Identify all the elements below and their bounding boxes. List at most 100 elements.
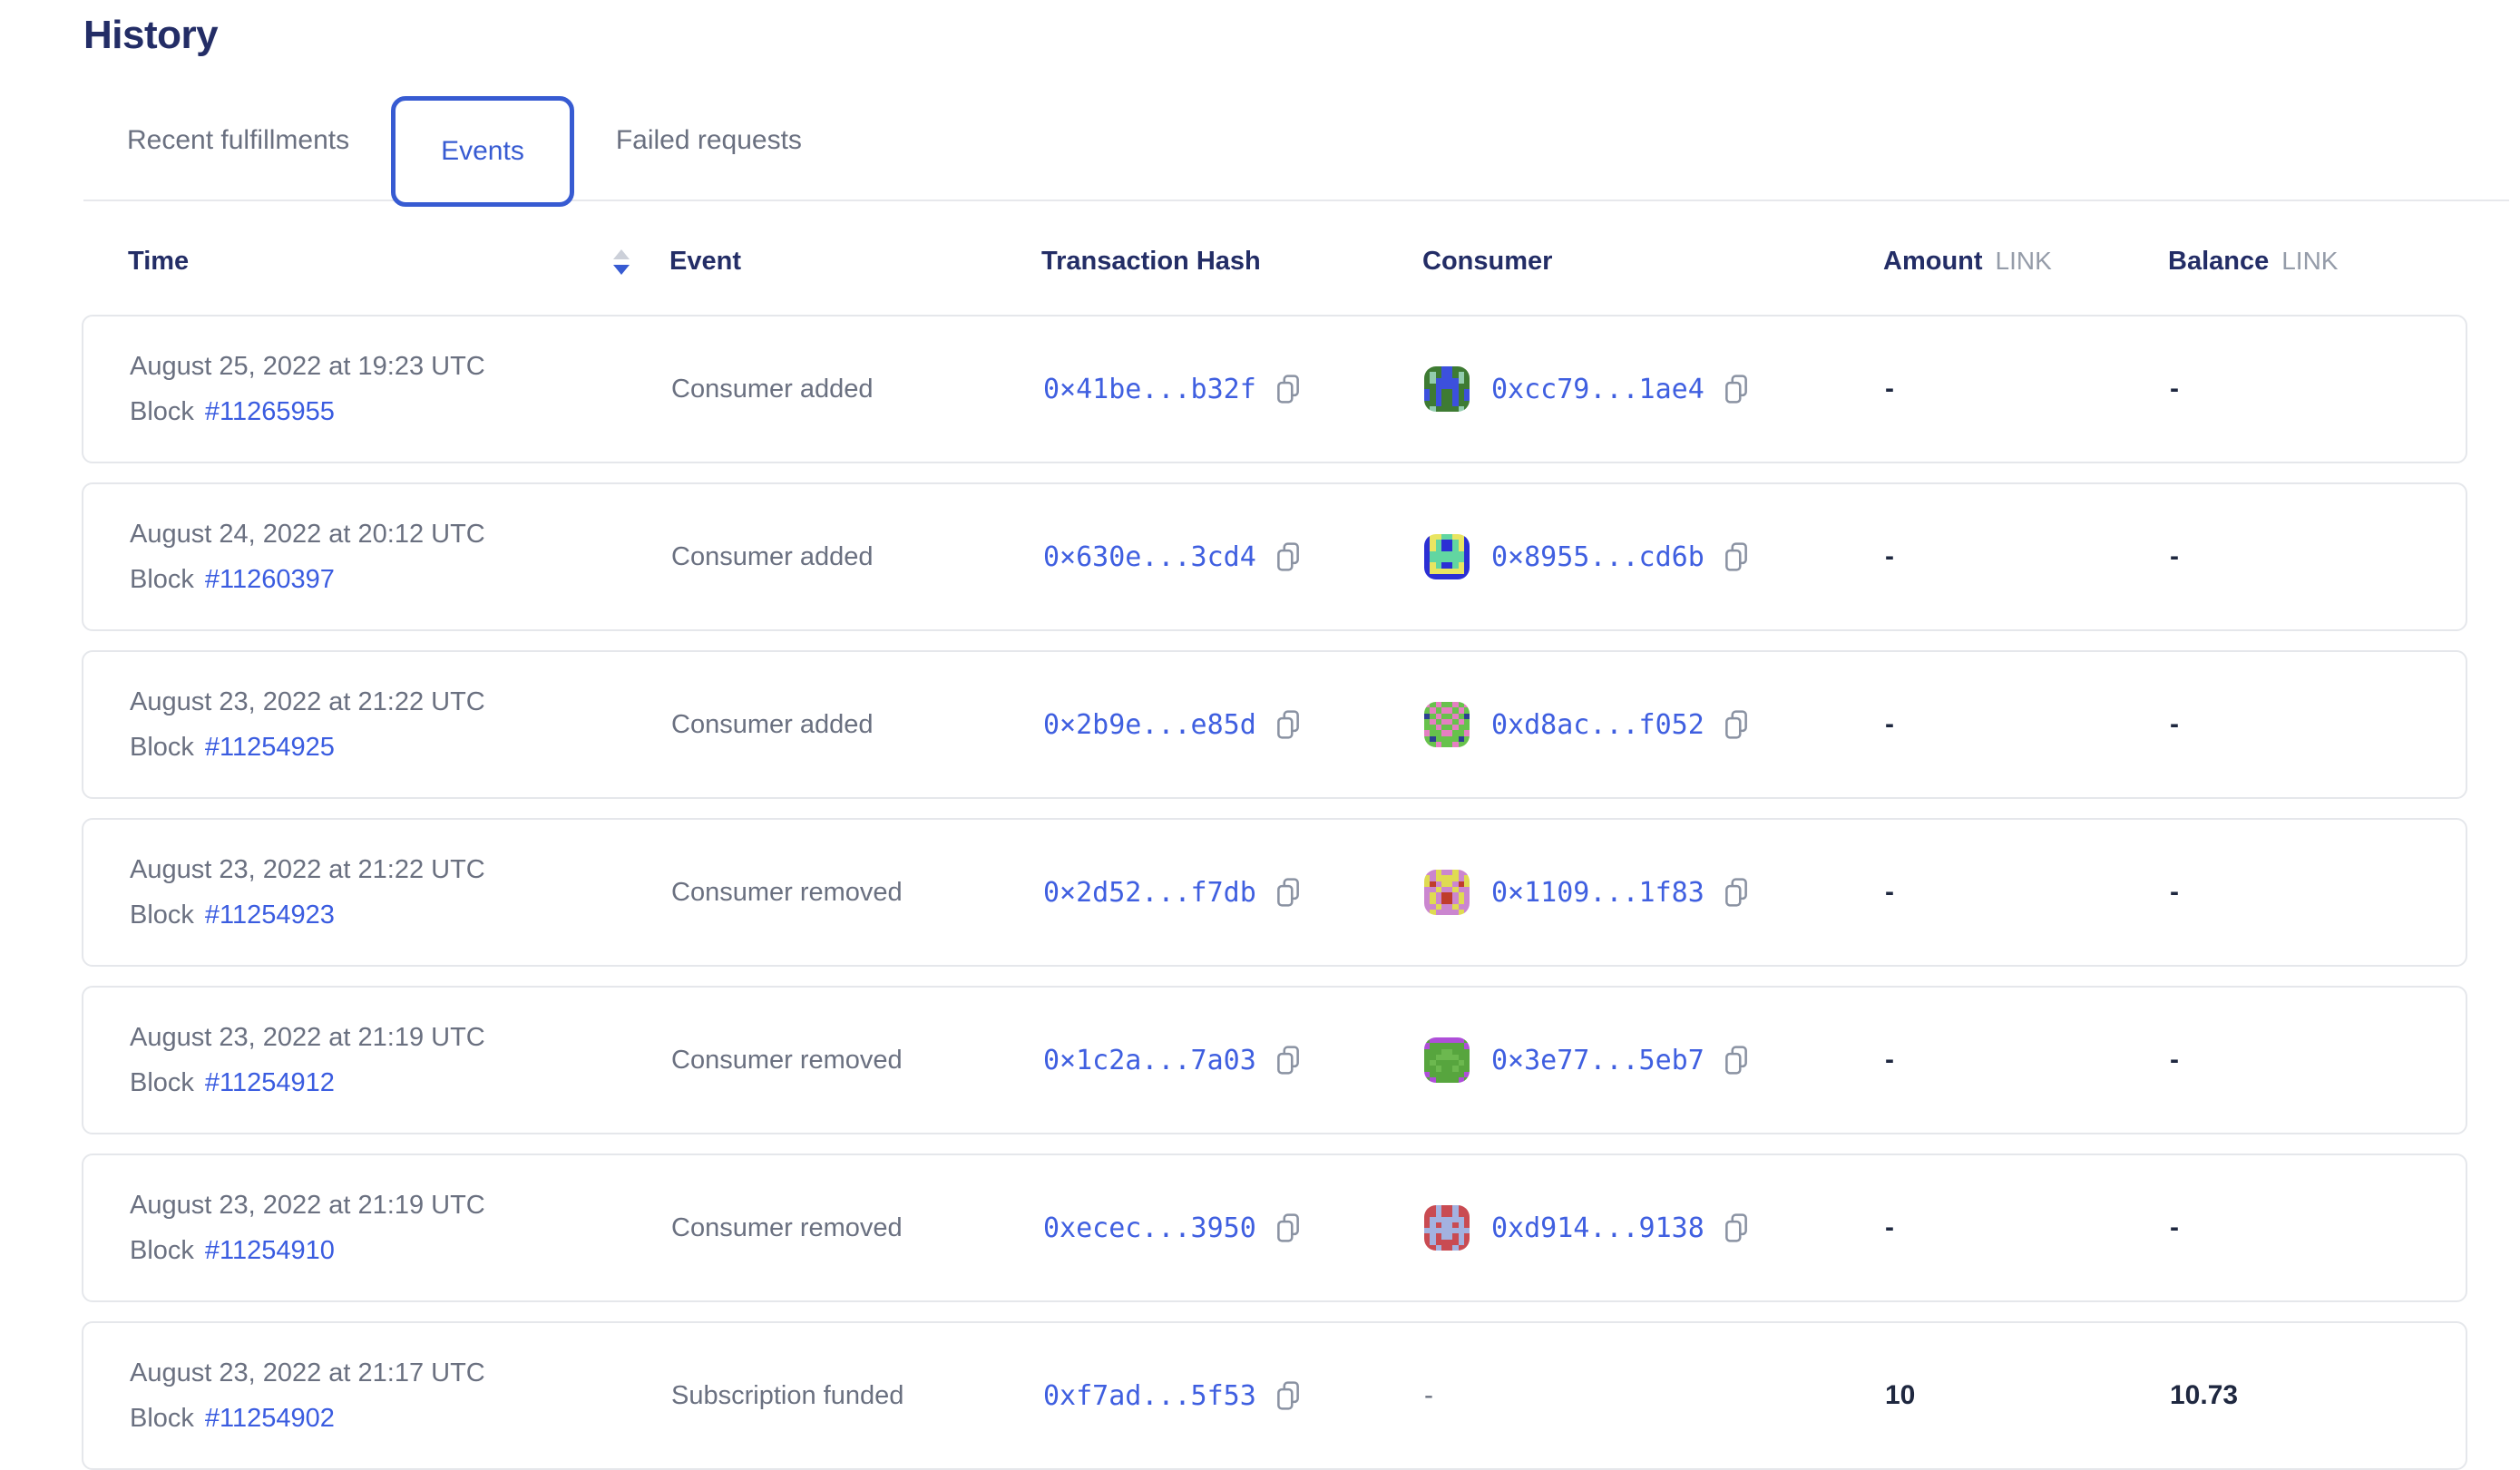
event-type-label: Consumer added	[671, 542, 873, 572]
block-line: Block #11254902	[130, 1404, 335, 1434]
block-number-link[interactable]: #11254902	[205, 1404, 335, 1434]
amount-cell: 10	[1885, 1380, 2170, 1411]
time-cell: August 24, 2022 at 20:12 UTC Block #1126…	[130, 520, 671, 595]
table-row: August 24, 2022 at 20:12 UTC Block #1126…	[82, 482, 2467, 631]
event-type-label: Consumer added	[671, 375, 873, 404]
copy-consumer-address-button[interactable]	[1723, 877, 1750, 908]
row-timestamp: August 23, 2022 at 21:22 UTC	[130, 855, 485, 885]
block-label: Block	[130, 1404, 194, 1434]
table-row: August 23, 2022 at 21:22 UTC Block #1125…	[82, 650, 2467, 799]
transaction-hash-link[interactable]: 0×41be...b32f	[1043, 374, 1256, 405]
row-timestamp: August 25, 2022 at 19:23 UTC	[130, 352, 485, 382]
table-header: Time Event Transaction Hash Consumer Amo…	[82, 201, 2467, 315]
transaction-hash-link[interactable]: 0xecec...3950	[1043, 1212, 1256, 1244]
amount-value: 10	[1885, 1380, 1915, 1411]
copy-transaction-hash-button[interactable]	[1275, 1212, 1302, 1243]
transaction-hash-cell: 0×1c2a...7a03	[1043, 1045, 1424, 1076]
amount-value: -	[1885, 877, 1894, 908]
balance-cell: -	[2170, 541, 2466, 572]
block-number-link[interactable]: #11254923	[205, 900, 335, 930]
balance-value: -	[2170, 877, 2179, 908]
copy-icon	[1275, 374, 1302, 404]
consumer-address-link[interactable]: 0xd8ac...f052	[1491, 709, 1704, 741]
block-line: Block #11254910	[130, 1236, 335, 1266]
event-type-label: Consumer removed	[671, 1046, 903, 1076]
transaction-hash-link[interactable]: 0xf7ad...5f53	[1043, 1380, 1256, 1412]
tab-recent-fulfillments[interactable]: Recent fulfillments	[127, 125, 349, 156]
column-header-time-label: Time	[128, 247, 189, 277]
block-label: Block	[130, 1068, 194, 1098]
sort-toggle-icon[interactable]	[613, 249, 630, 275]
page-title: History	[0, 0, 2520, 58]
copy-icon	[1275, 709, 1302, 740]
block-label: Block	[130, 733, 194, 763]
amount-value: -	[1885, 709, 1894, 740]
tab-failed-requests[interactable]: Failed requests	[616, 125, 802, 156]
amount-cell: -	[1885, 1212, 2170, 1243]
table-row: August 23, 2022 at 21:19 UTC Block #1125…	[82, 1154, 2467, 1302]
amount-cell: -	[1885, 877, 2170, 908]
copy-consumer-address-button[interactable]	[1723, 541, 1750, 572]
transaction-hash-link[interactable]: 0×2d52...f7db	[1043, 877, 1256, 909]
time-cell: August 23, 2022 at 21:22 UTC Block #1125…	[130, 855, 671, 930]
event-type-label: Consumer removed	[671, 878, 903, 908]
consumer-cell: 0xd914...9138	[1424, 1205, 1885, 1251]
consumer-address-link[interactable]: 0×8955...cd6b	[1491, 541, 1704, 573]
time-cell: August 23, 2022 at 21:22 UTC Block #1125…	[130, 687, 671, 763]
tab-events[interactable]: Events	[391, 96, 574, 207]
balance-value: -	[2170, 709, 2179, 740]
copy-icon	[1275, 877, 1302, 908]
table-row: August 25, 2022 at 19:23 UTC Block #1126…	[82, 315, 2467, 463]
consumer-address-link[interactable]: 0xd914...9138	[1491, 1212, 1704, 1244]
copy-icon	[1723, 877, 1750, 908]
copy-icon	[1275, 1045, 1302, 1076]
balance-cell: -	[2170, 709, 2466, 740]
block-label: Block	[130, 565, 194, 595]
copy-transaction-hash-button[interactable]	[1275, 1380, 1302, 1411]
block-label: Block	[130, 397, 194, 427]
copy-transaction-hash-button[interactable]	[1275, 709, 1302, 740]
consumer-identicon-avatar	[1424, 702, 1470, 747]
balance-cell: -	[2170, 374, 2466, 404]
amount-value: -	[1885, 541, 1894, 572]
sort-desc-icon	[613, 265, 630, 275]
copy-consumer-address-button[interactable]	[1723, 709, 1750, 740]
consumer-address-link[interactable]: 0×3e77...5eb7	[1491, 1045, 1704, 1076]
consumer-address-link[interactable]: 0xcc79...1ae4	[1491, 374, 1704, 405]
block-number-link[interactable]: #11265955	[205, 397, 335, 427]
event-cell: Consumer added	[671, 375, 1043, 404]
time-cell: August 23, 2022 at 21:19 UTC Block #1125…	[130, 1191, 671, 1266]
amount-cell: -	[1885, 374, 2170, 404]
block-label: Block	[130, 900, 194, 930]
consumer-identicon-avatar	[1424, 870, 1470, 915]
block-number-link[interactable]: #11254912	[205, 1068, 335, 1098]
block-number-link[interactable]: #11254925	[205, 733, 335, 763]
copy-transaction-hash-button[interactable]	[1275, 877, 1302, 908]
copy-transaction-hash-button[interactable]	[1275, 374, 1302, 404]
copy-transaction-hash-button[interactable]	[1275, 1045, 1302, 1076]
copy-transaction-hash-button[interactable]	[1275, 541, 1302, 572]
table-row: August 23, 2022 at 21:22 UTC Block #1125…	[82, 818, 2467, 967]
transaction-hash-link[interactable]: 0×1c2a...7a03	[1043, 1045, 1256, 1076]
copy-icon	[1723, 1045, 1750, 1076]
consumer-identicon-avatar	[1424, 1037, 1470, 1083]
event-type-label: Subscription funded	[671, 1381, 903, 1411]
block-number-link[interactable]: #11260397	[205, 565, 335, 595]
copy-consumer-address-button[interactable]	[1723, 1045, 1750, 1076]
row-timestamp: August 23, 2022 at 21:17 UTC	[130, 1358, 485, 1388]
transaction-hash-link[interactable]: 0×630e...3cd4	[1043, 541, 1256, 573]
balance-unit-label: LINK	[2281, 247, 2338, 275]
consumer-address-link[interactable]: 0×1109...1f83	[1491, 877, 1704, 909]
balance-value: 10.73	[2170, 1380, 2238, 1411]
row-timestamp: August 23, 2022 at 21:19 UTC	[130, 1191, 485, 1221]
event-cell: Subscription funded	[671, 1381, 1043, 1411]
time-cell: August 25, 2022 at 19:23 UTC Block #1126…	[130, 352, 671, 427]
column-header-time[interactable]: Time	[128, 247, 669, 277]
block-number-link[interactable]: #11254910	[205, 1236, 335, 1266]
event-cell: Consumer removed	[671, 878, 1043, 908]
transaction-hash-link[interactable]: 0×2b9e...e85d	[1043, 709, 1256, 741]
history-page: History Recent fulfillments Events Faile…	[0, 0, 2520, 1451]
block-line: Block #11265955	[130, 397, 335, 427]
copy-consumer-address-button[interactable]	[1723, 374, 1750, 404]
copy-consumer-address-button[interactable]	[1723, 1212, 1750, 1243]
